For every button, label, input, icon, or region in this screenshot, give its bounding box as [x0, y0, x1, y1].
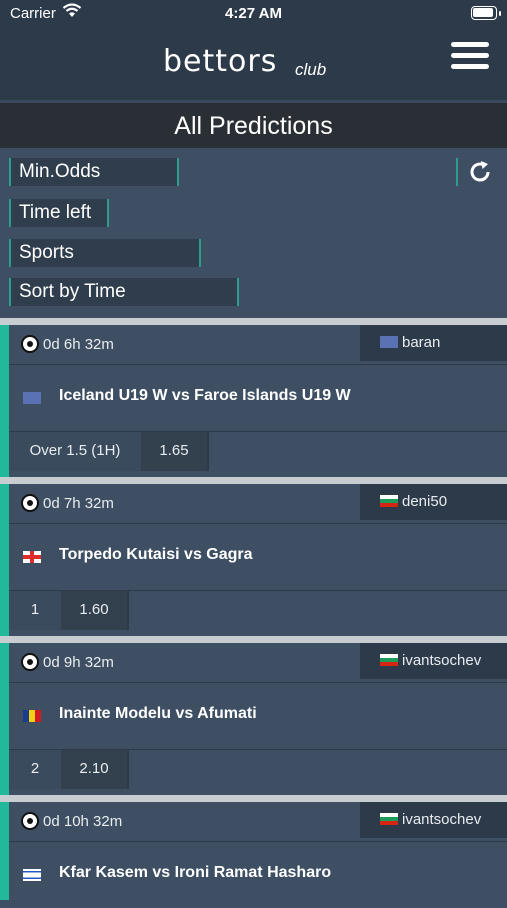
sports-label: Sports: [19, 242, 74, 263]
sort-filter[interactable]: Sort by Time: [9, 278, 239, 306]
football-icon: [21, 653, 39, 671]
bet-odds: 1.65: [141, 432, 209, 471]
tipster-name: deni50: [402, 493, 448, 510]
bet-pick: 2: [9, 750, 61, 789]
eu-flag-icon: [380, 336, 398, 348]
divider: [0, 795, 507, 802]
refresh-icon: [470, 161, 490, 182]
divider: [0, 636, 507, 643]
bet-pick: 1: [9, 591, 61, 630]
georgia-flag-icon: [23, 551, 41, 563]
match-row[interactable]: Torpedo Kutaisi vs Gagra: [9, 524, 507, 590]
bet-row: Over 1.5 (1H) 1.65: [9, 431, 507, 471]
clock: 4:27 AM: [225, 5, 282, 22]
tipster[interactable]: baran: [360, 325, 507, 361]
page-title-bar: All Predictions: [0, 100, 507, 148]
min-odds-filter[interactable]: Min.Odds: [9, 158, 179, 186]
bulgaria-flag-icon: [380, 813, 398, 825]
time-left: 0d 7h 32m: [21, 494, 114, 512]
tipster[interactable]: deni50: [360, 484, 507, 520]
refresh-button[interactable]: [456, 158, 498, 186]
match-name: Inainte Modelu vs Afumati: [59, 705, 257, 722]
page-title: All Predictions: [174, 112, 333, 140]
sort-label: Sort by Time: [19, 281, 126, 302]
match-row[interactable]: Kfar Kasem vs Ironi Ramat Hasharo: [9, 842, 507, 908]
divider: [0, 477, 507, 484]
match-row[interactable]: Inainte Modelu vs Afumati: [9, 683, 507, 749]
prediction-card[interactable]: 0d 10h 32m ivantsochev Kfar Kasem vs Iro…: [0, 802, 507, 900]
card-accent: [0, 643, 9, 795]
sports-filter[interactable]: Sports: [9, 239, 201, 267]
football-icon: [21, 335, 39, 353]
match-name: Iceland U19 W vs Faroe Islands U19 W: [59, 387, 351, 404]
time-left: 0d 10h 32m: [21, 812, 122, 830]
tipster-name: ivantsochev: [402, 811, 482, 828]
time-left: 0d 6h 32m: [21, 335, 114, 353]
romania-flag-icon: [23, 710, 41, 722]
hamburger-menu-icon[interactable]: [451, 42, 489, 72]
match-row[interactable]: Iceland U19 W vs Faroe Islands U19 W: [9, 365, 507, 431]
time-left-label: Time left: [19, 202, 92, 223]
prediction-card[interactable]: 0d 7h 32m deni50 Torpedo Kutaisi vs Gagr…: [0, 484, 507, 636]
bet-odds: 2.10: [61, 750, 129, 789]
card-accent: [0, 802, 9, 900]
bettors-club-logo[interactable]: bettors club: [163, 40, 348, 80]
bulgaria-flag-icon: [380, 654, 398, 666]
prediction-card[interactable]: 0d 9h 32m ivantsochev Inainte Modelu vs …: [0, 643, 507, 795]
football-icon: [21, 812, 39, 830]
bet-pick: Over 1.5 (1H): [9, 432, 141, 471]
football-icon: [21, 494, 39, 512]
bet-odds: 1.60: [61, 591, 129, 630]
time-left: 0d 9h 32m: [21, 653, 114, 671]
match-name: Kfar Kasem vs Ironi Ramat Hasharo: [59, 864, 332, 881]
logo-word: bettors: [163, 44, 278, 79]
eu-flag-icon: [23, 392, 41, 404]
bet-row: 2 2.10: [9, 749, 507, 789]
battery-tip: [499, 11, 501, 16]
prediction-card[interactable]: 0d 6h 32m baran Iceland U19 W vs Faroe I…: [0, 325, 507, 477]
status-bar: Carrier 4:27 AM: [0, 0, 507, 28]
card-accent: [0, 484, 9, 636]
logo-sub: club: [295, 60, 327, 79]
tipster[interactable]: ivantsochev: [360, 643, 507, 679]
nav-bar: bettors club: [0, 28, 507, 100]
israel-flag-icon: [23, 869, 41, 881]
tipster[interactable]: ivantsochev: [360, 802, 507, 838]
bet-row: 1 1.60: [9, 590, 507, 630]
battery-icon: [471, 6, 497, 20]
tipster-name: ivantsochev: [402, 652, 482, 669]
card-accent: [0, 325, 9, 477]
divider: [0, 318, 507, 325]
tipster-name: baran: [402, 334, 441, 351]
match-name: Torpedo Kutaisi vs Gagra: [59, 546, 253, 563]
bulgaria-flag-icon: [380, 495, 398, 507]
min-odds-label: Min.Odds: [19, 161, 101, 182]
time-left-filter[interactable]: Time left: [9, 199, 109, 227]
